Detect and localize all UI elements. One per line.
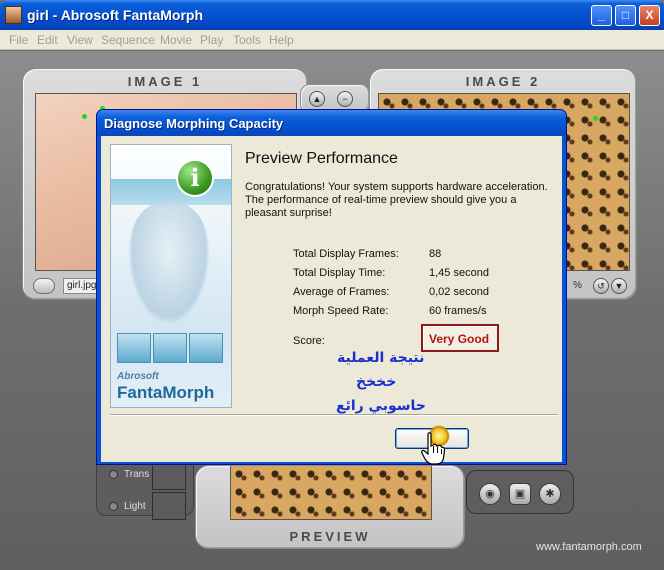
menu-tools[interactable]: Tools [233,33,261,47]
light-swatch[interactable] [152,492,186,520]
remove-point-icon[interactable]: − [337,91,353,107]
dialog-body: i Abrosoft FantaMorph Preview Performanc… [101,136,562,462]
image2-fit-icon[interactable]: ↺ [593,278,609,294]
app-icon[interactable] [5,6,22,24]
image1-filename: girl.jpg [63,278,99,294]
overlay-text-line1: نتيجة العملية [337,350,425,366]
light-label: Light [124,501,146,512]
preview-panel: PREVIEW [195,465,465,549]
menu-file[interactable]: File [9,33,28,47]
light-option[interactable]: Light [109,501,146,512]
stat-label: Average of Frames: [293,286,390,298]
trans-label: Trans [124,469,150,480]
dialog-message: Congratulations! Your system supports ha… [245,181,548,219]
menu-sequence[interactable]: Sequence [101,33,155,47]
brand-company: Abrosoft [117,371,159,382]
brand-product: FantaMorph [117,383,215,402]
image2-zoom: % [573,280,582,291]
maximize-button[interactable]: □ [615,5,636,26]
menu-view[interactable]: View [67,33,93,47]
info-icon: i [176,159,214,197]
minimize-button[interactable]: _ [591,5,612,26]
image2-label: IMAGE 2 [465,74,541,89]
settings-gear-icon[interactable]: ✱ [539,483,561,505]
image1-label: IMAGE 1 [127,74,203,89]
trans-option[interactable]: Trans [109,469,149,480]
banner-stripe [111,179,231,205]
dialog-banner: i Abrosoft FantaMorph [110,144,232,408]
trans-swatch[interactable] [152,462,186,490]
website-url: www.fantamorph.com [536,541,642,553]
dialog-heading: Preview Performance [245,150,398,167]
stat-label: Morph Speed Rate: [293,305,389,317]
trans-radio[interactable] [109,469,118,479]
camera-icon[interactable]: ◉ [479,483,501,505]
menu-edit[interactable]: Edit [37,33,58,47]
menu-help[interactable]: Help [269,33,294,47]
banner-thumb [117,333,151,363]
close-button[interactable]: X [639,5,660,26]
frame-icon[interactable]: ▣ [509,483,531,505]
banner-face-image [129,203,209,323]
light-radio[interactable] [109,501,118,511]
stat-label: Total Display Time: [293,267,386,279]
score-badge: Very Good [421,324,499,352]
image1-open-button[interactable] [33,278,55,294]
banner-thumb [153,333,187,363]
dialog-title: Diagnose Morphing Capacity [104,116,284,131]
image2-zoom-icon[interactable]: ▼ [611,278,627,294]
stat-value: 1,45 second [429,267,489,279]
overlay-text-line3: حاسوبي رائع [336,398,426,414]
stat-label: Total Display Frames: [293,248,399,260]
menu-bar: File Edit View Sequence Movie Play Tools… [0,30,664,50]
dialog-titlebar: Diagnose Morphing Capacity [97,110,566,136]
score-value: Very Good [429,332,490,346]
stat-value: 60 frames/s [429,305,487,317]
stat-value: 0,02 second [429,286,489,298]
preview-label: PREVIEW [289,529,371,544]
stat-value: 88 [429,248,442,260]
score-label: Score: [293,335,325,347]
control-point[interactable] [593,116,598,121]
window-titlebar: girl - Abrosoft FantaMorph _ □ X [0,0,664,30]
window-title: girl - Abrosoft FantaMorph [27,7,204,23]
preview-controls: ◉ ▣ ✱ [466,470,574,514]
menu-movie[interactable]: Movie [160,33,192,47]
banner-thumb [189,333,223,363]
diagnose-dialog: Diagnose Morphing Capacity i Abrosoft Fa… [96,109,567,465]
control-point[interactable] [82,114,87,119]
preview-view[interactable] [230,466,432,520]
select-tool-icon[interactable]: ▲ [309,91,325,107]
hand-cursor-icon [421,432,445,465]
overlay-text-line2: خخخخ [356,374,397,390]
menu-play[interactable]: Play [200,33,223,47]
dialog-separator [110,414,558,416]
